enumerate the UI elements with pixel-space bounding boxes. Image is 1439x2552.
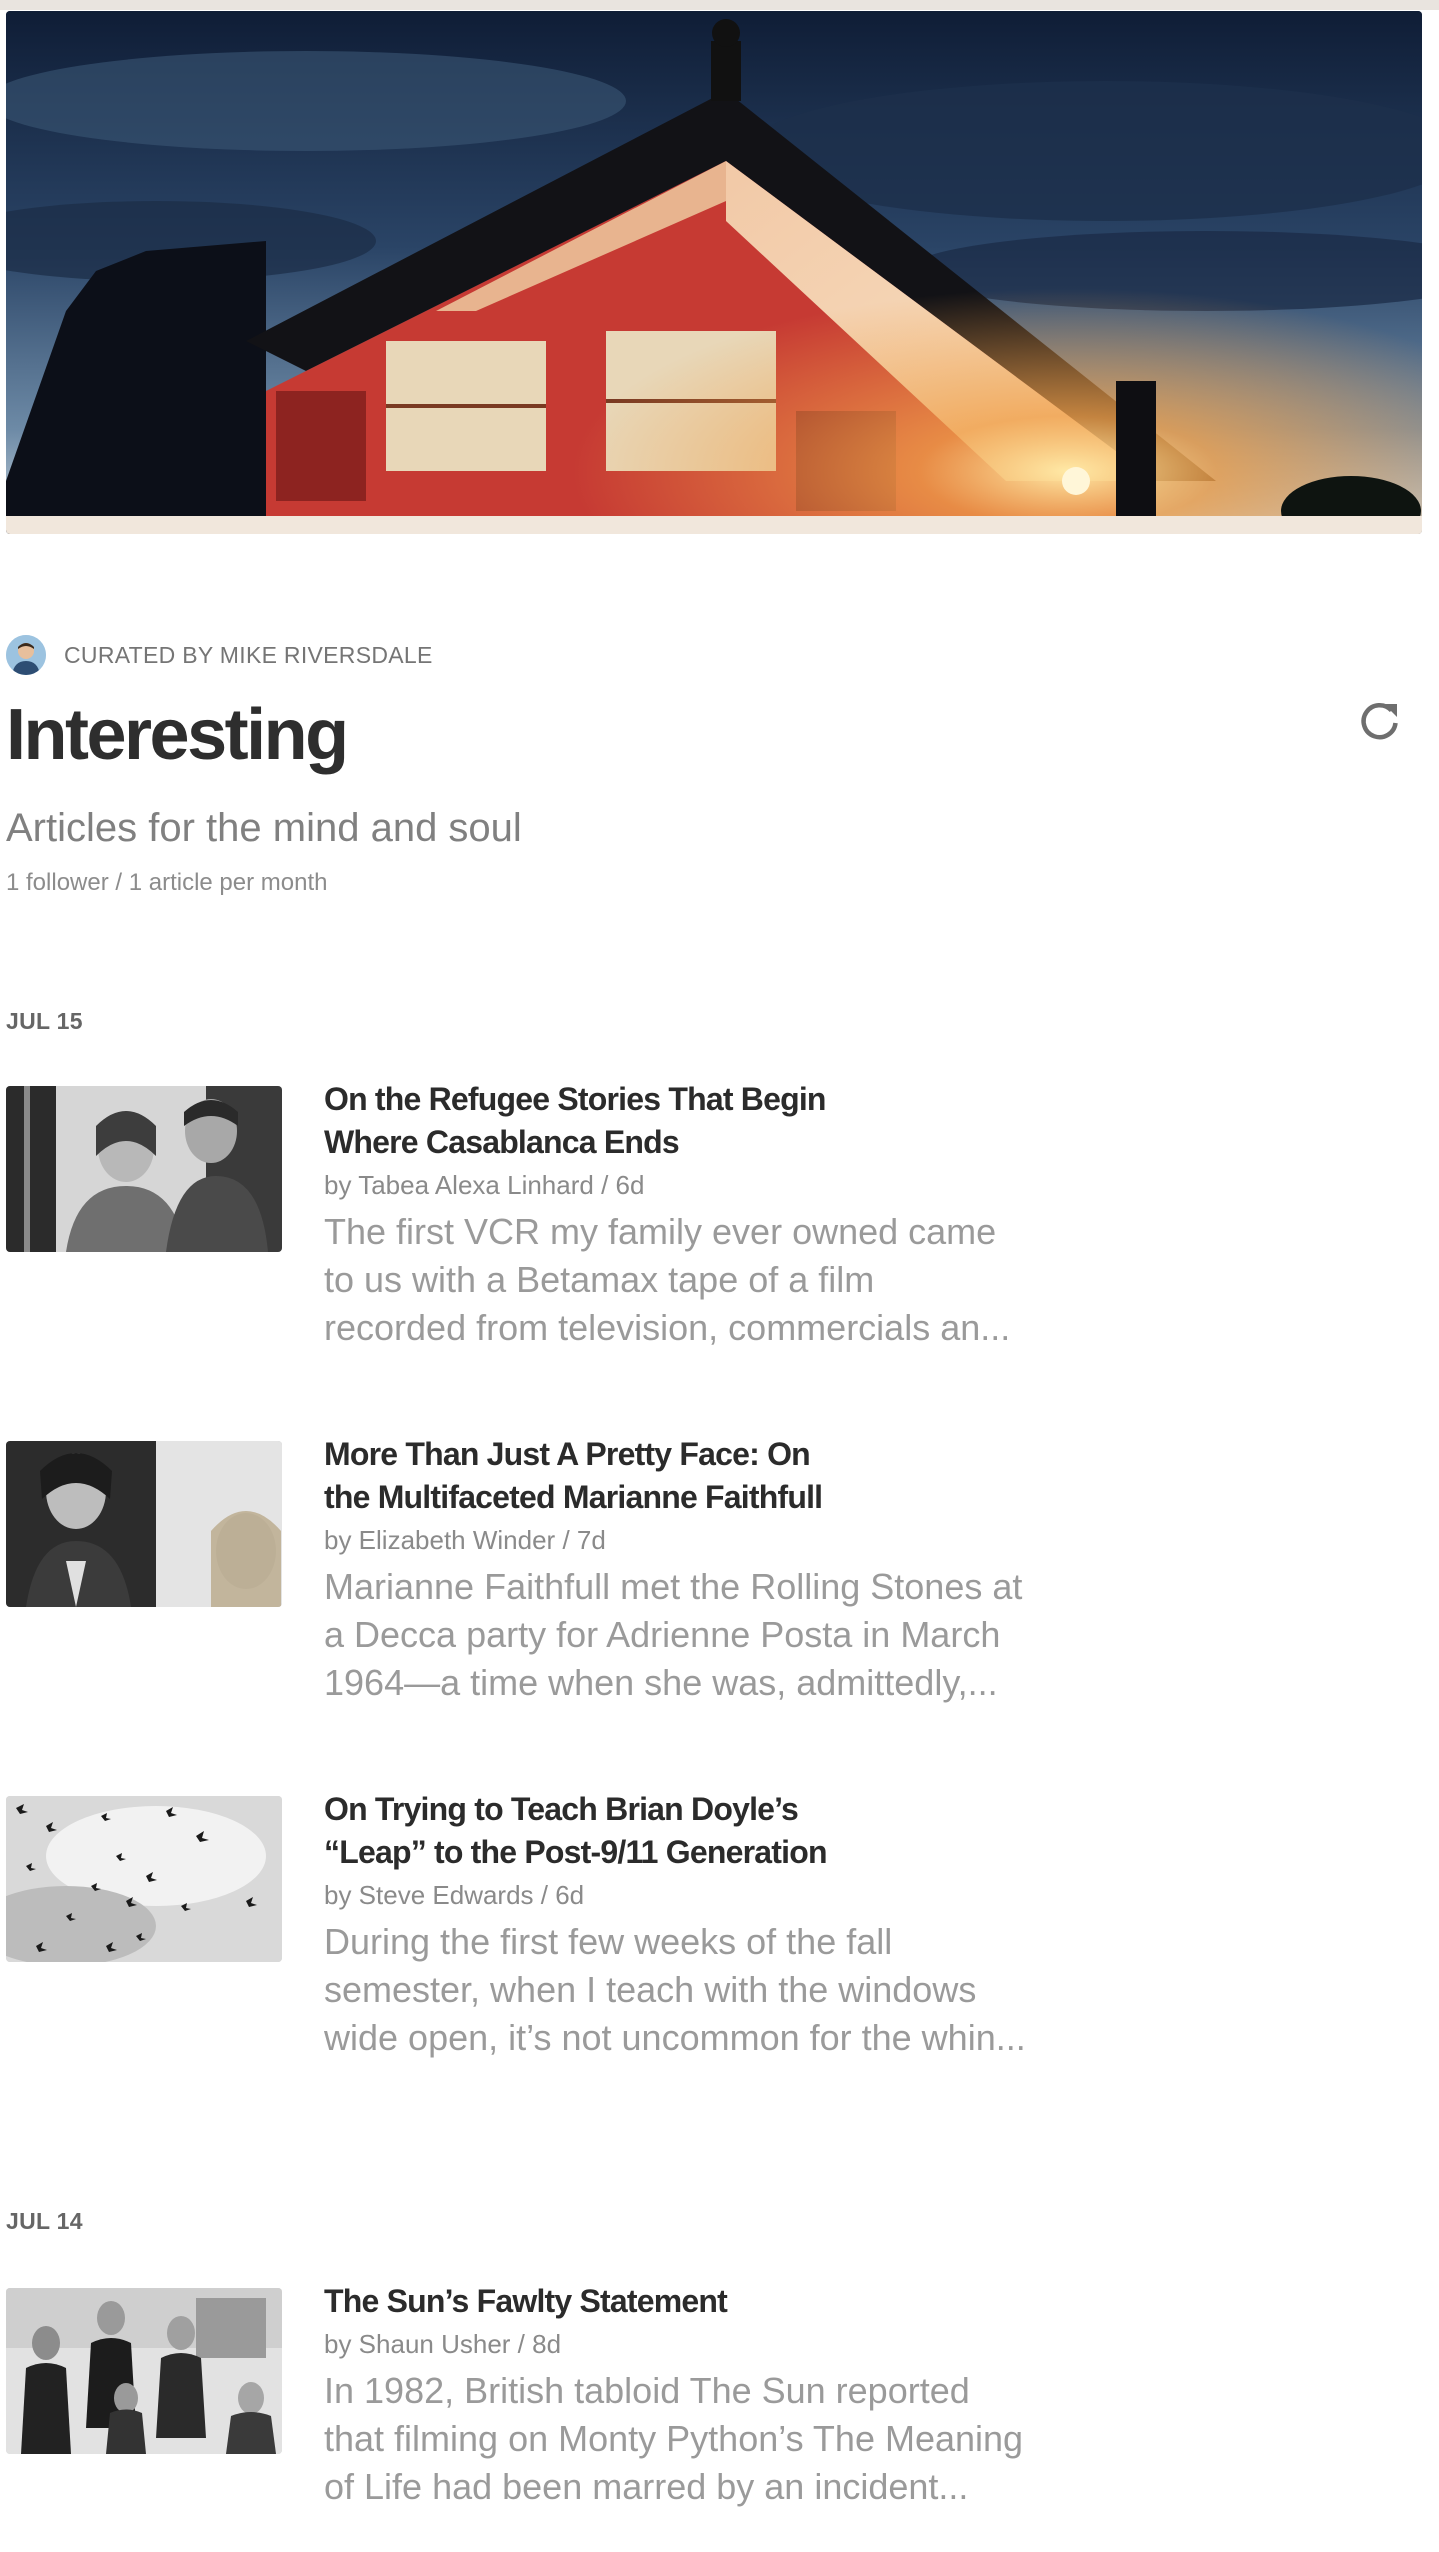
excerpt-line: wide open, it’s not uncommon for the whi… <box>324 2017 1026 2058</box>
excerpt-line: to us with a Betamax tape of a film <box>324 1259 875 1300</box>
excerpt-line: Marianne Faithfull met the Rolling Stone… <box>324 1566 1023 1607</box>
excerpt-line: 1964—a time when she was, admittedly,... <box>324 1662 998 1703</box>
article-excerpt: Marianne Faithfull met the Rolling Stone… <box>324 1563 1084 1707</box>
top-divider <box>0 0 1439 10</box>
article-body: More Than Just A Pretty Face: On the Mul… <box>324 1436 1084 1707</box>
article-title-line[interactable]: On Trying to Teach Brian Doyle’s <box>324 1788 884 1831</box>
collection-page: CURATED BY MIKE RIVERSDALE Interesting A… <box>0 0 1439 2552</box>
article-title-line[interactable]: More Than Just A Pretty Face: On <box>324 1433 884 1476</box>
thumbnail-image <box>6 2288 282 2454</box>
hero-illustration <box>6 11 1422 534</box>
date-label: JUL 15 <box>6 1008 83 1034</box>
article-card[interactable]: On Trying to Teach Brian Doyle’s “Leap” … <box>6 1791 1106 2076</box>
excerpt-line: of Life had been marred by an incident..… <box>324 2466 969 2507</box>
article-title-line[interactable]: On the Refugee Stories That Begin <box>324 1078 884 1121</box>
collection-title: Interesting <box>6 695 349 775</box>
excerpt-line: During the first few weeks of the fall <box>324 1921 893 1962</box>
excerpt-line: The first VCR my family ever owned came <box>324 1211 997 1252</box>
article-card[interactable]: On the Refugee Stories That Begin Where … <box>6 1081 1106 1366</box>
article-title-line[interactable]: the Multifaceted Marianne Faithfull <box>324 1476 884 1519</box>
article-meta: by Tabea Alexa Linhard / 6d <box>324 1170 645 1200</box>
article-excerpt: In 1982, British tabloid The Sun reporte… <box>324 2367 1084 2511</box>
article-body: On the Refugee Stories That Begin Where … <box>324 1081 1084 1352</box>
avatar[interactable] <box>6 635 46 675</box>
thumbnail-image <box>6 1441 282 1607</box>
curator-label[interactable]: CURATED BY MIKE RIVERSDALE <box>64 642 433 669</box>
collection-stats: 1 follower / 1 article per month <box>6 869 328 896</box>
article-thumbnail[interactable] <box>6 2288 282 2454</box>
article-thumbnail[interactable] <box>6 1796 282 1962</box>
article-meta: by Steve Edwards / 6d <box>324 1880 585 1910</box>
excerpt-line: that filming on Monty Python’s The Meani… <box>324 2418 1024 2459</box>
article-title[interactable]: The Sun’s Fawlty Statement <box>324 2280 884 2323</box>
hero-image <box>6 11 1422 534</box>
excerpt-line: semester, when I teach with the windows <box>324 1969 977 2010</box>
thumbnail-image <box>6 1796 282 1962</box>
article-title-line[interactable]: Where Casablanca Ends <box>324 1121 884 1164</box>
collection-subtitle: Articles for the mind and soul <box>6 806 522 850</box>
article-body: On Trying to Teach Brian Doyle’s “Leap” … <box>324 1791 1084 2062</box>
article-meta: by Elizabeth Winder / 7d <box>324 1525 606 1555</box>
excerpt-line: a Decca party for Adrienne Posta in Marc… <box>324 1614 1001 1655</box>
article-body: The Sun’s Fawlty Statement by Shaun Ushe… <box>324 2283 1084 2511</box>
article-excerpt: The first VCR my family ever owned came … <box>324 1208 1084 1352</box>
article-thumbnail[interactable] <box>6 1086 282 1252</box>
avatar-image <box>6 635 46 675</box>
article-thumbnail[interactable] <box>6 1441 282 1607</box>
thumbnail-image <box>6 1086 282 1252</box>
refresh-icon <box>1361 702 1398 740</box>
article-title-line[interactable]: The Sun’s Fawlty Statement <box>324 2280 884 2323</box>
article-title-line[interactable]: “Leap” to the Post-9/11 Generation <box>324 1831 884 1874</box>
excerpt-line: recorded from television, commercials an… <box>324 1307 1011 1348</box>
date-label: JUL 14 <box>6 2208 83 2234</box>
article-meta: by Shaun Usher / 8d <box>324 2329 562 2359</box>
article-title[interactable]: On the Refugee Stories That Begin Where … <box>324 1078 884 1164</box>
article-title[interactable]: On Trying to Teach Brian Doyle’s “Leap” … <box>324 1788 884 1874</box>
article-excerpt: During the first few weeks of the fall s… <box>324 1918 1084 2062</box>
article-card[interactable]: More Than Just A Pretty Face: On the Mul… <box>6 1436 1106 1721</box>
refresh-button[interactable] <box>1356 696 1404 744</box>
article-title[interactable]: More Than Just A Pretty Face: On the Mul… <box>324 1433 884 1519</box>
curator-line[interactable]: CURATED BY MIKE RIVERSDALE <box>6 634 433 676</box>
article-card[interactable]: The Sun’s Fawlty Statement by Shaun Ushe… <box>6 2283 1106 2552</box>
excerpt-line: In 1982, British tabloid The Sun reporte… <box>324 2370 970 2411</box>
